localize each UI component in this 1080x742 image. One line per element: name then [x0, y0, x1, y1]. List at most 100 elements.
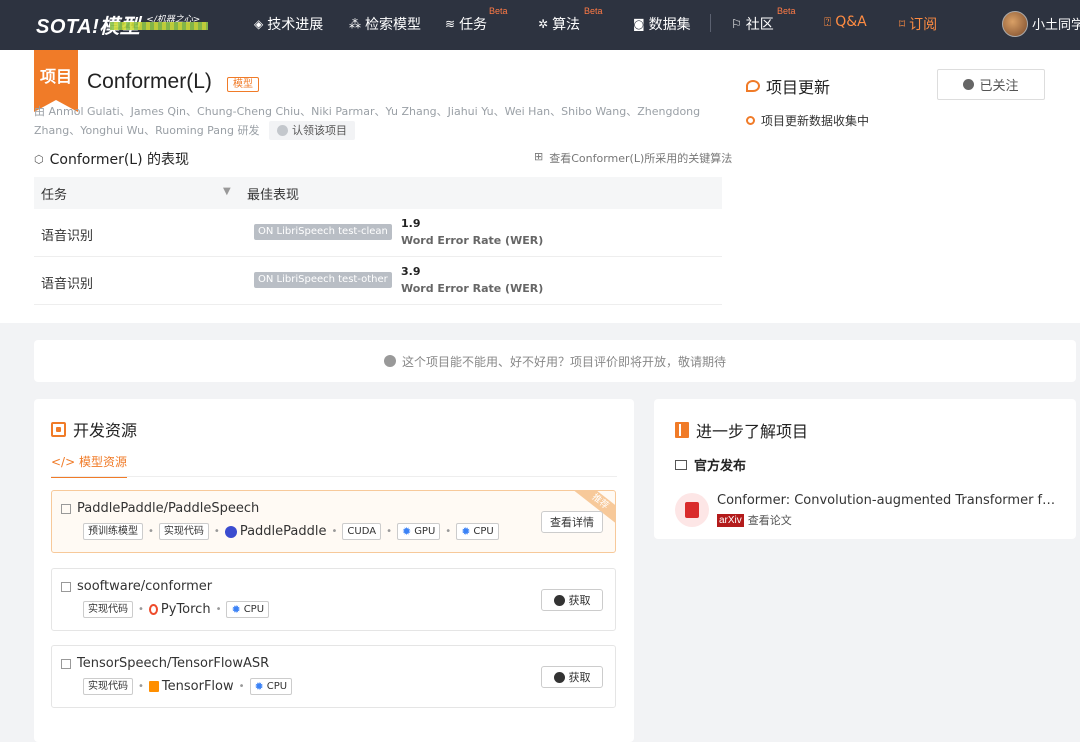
view-details-button[interactable]: 查看详情 — [541, 511, 603, 533]
gear-icon: ✲ — [538, 17, 549, 31]
circle-bullet-icon — [746, 116, 755, 125]
claim-project-button[interactable]: 认领该项目 — [269, 121, 355, 140]
follow-icon — [963, 79, 975, 90]
tag-gpu: ✹ GPU — [396, 523, 441, 540]
rating-notice: 这个项目能不能用、好不好用？项目评价即将开放，敬请期待 — [34, 340, 1076, 382]
layers-icon: ≋ — [445, 17, 456, 31]
column-header-task: 任务 — [41, 187, 68, 203]
key-algorithms-link[interactable]: ⊞ 查看Conformer(L)所采用的关键算法 — [534, 150, 732, 166]
resource-name[interactable]: PaddlePaddle/PaddleSpeech — [61, 501, 259, 516]
column-header-best: 最佳表现 — [247, 187, 300, 203]
page-title: Conformer(L) — [87, 70, 212, 93]
tab-divider — [51, 476, 617, 477]
task-cell[interactable]: 语音识别 — [41, 273, 93, 292]
paper-title-link[interactable]: Conformer: Convolution-augmented Transfo… — [717, 493, 1062, 508]
beta-badge: Beta — [489, 6, 508, 16]
nav-divider — [710, 14, 711, 32]
filter-icon[interactable]: ▼ — [223, 186, 231, 197]
framework-label: PyTorch — [148, 602, 211, 617]
tab-model-resources[interactable]: </> 模型资源 — [51, 453, 127, 478]
nav-item-search-models[interactable]: ⁂ 检索模型 — [349, 14, 421, 34]
resource-tags: 预训练模型 • 实现代码 • PaddlePaddle • CUDA • ✹ GP… — [83, 523, 499, 540]
flag-icon: ⚐ — [731, 17, 742, 31]
repo-icon — [61, 581, 71, 592]
get-button[interactable]: 获取 — [541, 666, 603, 688]
tensorflow-logo-icon — [148, 681, 159, 692]
resource-icon — [51, 421, 66, 437]
framework-label: PaddlePaddle — [224, 524, 326, 539]
nav-item-tech-progress[interactable]: ◈ 技术进展 — [254, 14, 323, 34]
task-cell[interactable]: 语音识别 — [41, 225, 93, 244]
user-name[interactable]: 小土同学 — [1032, 14, 1080, 33]
nav-item-datasets[interactable]: ◙ 数据集 — [633, 14, 691, 34]
metric-name: Word Error Rate (WER) — [401, 234, 544, 247]
resource-tags: 实现代码 • PyTorch • ✹ CPU — [83, 601, 270, 618]
get-button[interactable]: 获取 — [541, 589, 603, 611]
diamond-icon: ◈ — [254, 17, 264, 31]
repo-icon — [61, 503, 71, 514]
author-list: 由 Anmol Gulati、James Qin、Chung-Cheng Chi… — [34, 102, 724, 140]
resource-name[interactable]: sooftware/conformer — [61, 579, 212, 594]
dev-resources-panel: 开发资源 </> 模型资源 推荐 PaddlePaddle/PaddleSpee… — [34, 399, 634, 742]
model-tag: 模型 — [227, 77, 259, 92]
nav-item-algorithms[interactable]: ✲ 算法 Beta — [538, 6, 603, 34]
official-release-heading: 官方发布 — [675, 455, 746, 474]
dataset-badge[interactable]: ON LibriSpeech test-clean — [254, 224, 392, 240]
follow-button[interactable]: 已关注 — [937, 69, 1045, 100]
beta-badge: Beta — [584, 6, 603, 16]
chat-bubble-icon — [746, 80, 760, 92]
arxiv-badge: arXiv — [717, 513, 744, 527]
beta-badge: Beta — [777, 6, 796, 16]
tag-cuda: CUDA — [342, 523, 382, 540]
table-row: 语音识别 ON LibriSpeech test-clean 1.9 Word … — [34, 209, 722, 257]
tag-code: 实现代码 — [158, 523, 209, 540]
metric-value: 3.9 — [401, 265, 421, 278]
updates-heading: 项目更新 — [746, 74, 830, 98]
github-icon — [553, 594, 565, 606]
nav-item-qa[interactable]: ⍰ Q&A — [824, 14, 867, 30]
table-header: 任务 ▼ 最佳表现 — [34, 177, 722, 209]
nodes-icon: ⁂ — [349, 17, 361, 31]
performance-table: 任务 ▼ 最佳表现 语音识别 ON LibriSpeech test-clean… — [34, 177, 722, 305]
avatar[interactable] — [1002, 11, 1028, 37]
learn-more-panel: 进一步了解项目 官方发布 Conformer: Convolution-augm… — [654, 399, 1076, 539]
chip-icon: ✹ — [461, 525, 471, 538]
resource-card: sooftware/conformer 实现代码 • PyTorch • ✹ CP… — [51, 568, 616, 631]
dev-resources-heading: 开发资源 — [51, 417, 137, 441]
resource-name[interactable]: TensorSpeech/TensorFlowASR — [61, 656, 269, 671]
tag-cpu: ✹ CPU — [249, 678, 293, 695]
book-icon — [675, 422, 689, 438]
project-ribbon: 项目 — [34, 50, 78, 112]
nav-item-community[interactable]: ⚐ 社区 Beta — [731, 6, 796, 34]
view-paper-link[interactable]: 查看论文 — [748, 512, 792, 528]
tag-code: 实现代码 — [83, 678, 133, 695]
nav-item-subscribe[interactable]: ⌑ 订阅 — [899, 14, 937, 34]
hexagon-icon: ⬡ — [34, 152, 44, 166]
project-header-panel: 项目 Conformer(L) 模型 由 Anmol Gulati、James … — [0, 50, 1080, 323]
pdf-icon — [675, 493, 709, 527]
authors-text: 由 Anmol Gulati、James Qin、Chung-Cheng Chi… — [34, 105, 701, 137]
user-icon — [277, 125, 288, 136]
tag-code: 实现代码 — [83, 601, 133, 618]
logo-decoration — [110, 22, 208, 30]
metric-name: Word Error Rate (WER) — [401, 282, 544, 295]
metric-value: 1.9 — [401, 217, 421, 230]
chip-icon: ✹ — [401, 525, 412, 538]
pytorch-logo-icon — [148, 604, 158, 615]
paper-meta: arXiv 查看论文 — [717, 512, 792, 528]
tag-cpu: ✹ CPU — [226, 601, 270, 618]
resource-tags: 实现代码 • TensorFlow • ✹ CPU — [83, 678, 293, 695]
database-icon: ◙ — [633, 17, 645, 31]
repo-icon — [61, 658, 71, 669]
resource-card: TensorSpeech/TensorFlowASR 实现代码 • Tensor… — [51, 645, 616, 708]
comment-icon — [383, 355, 396, 367]
nav-item-tasks[interactable]: ≋ 任务 Beta — [445, 6, 508, 34]
tag-pretrained: 预训练模型 — [83, 523, 143, 540]
tag-cpu: ✹ CPU — [456, 523, 499, 540]
grid-icon: ⊞ — [534, 150, 544, 163]
table-row: 语音识别 ON LibriSpeech test-other 3.9 Word … — [34, 257, 722, 305]
document-icon — [675, 459, 687, 470]
update-item: 项目更新数据收集中 — [746, 112, 869, 129]
dataset-badge[interactable]: ON LibriSpeech test-other — [254, 272, 392, 288]
top-navbar: SOTA!模型 </机器之心> ◈ 技术进展 ⁂ 检索模型 ≋ 任务 Beta … — [0, 0, 1080, 50]
